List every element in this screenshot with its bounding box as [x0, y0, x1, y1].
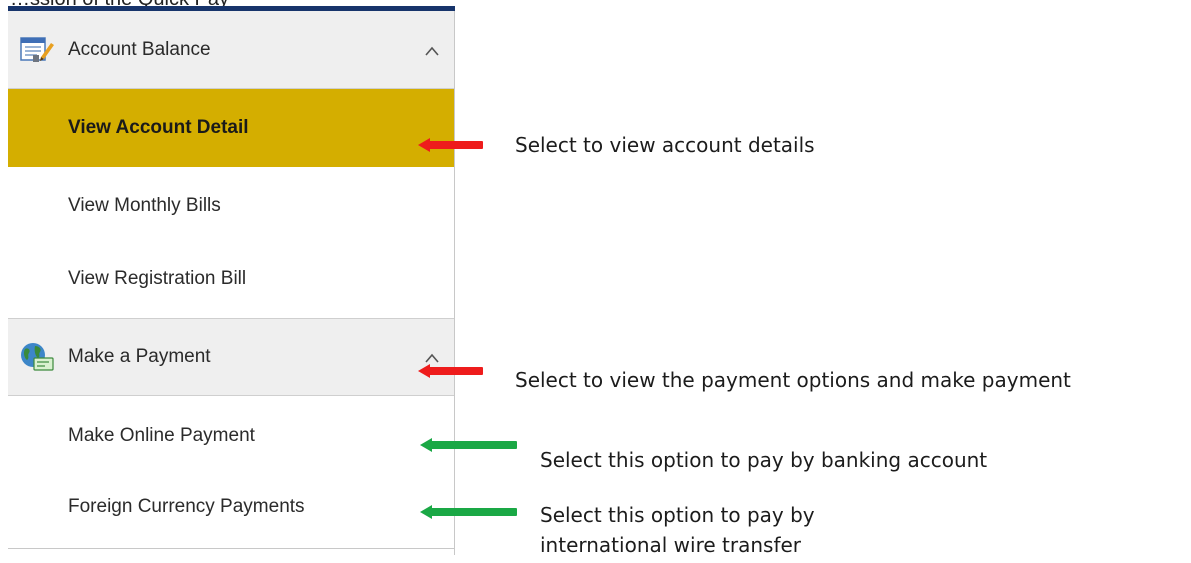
section-header-account-balance[interactable]: Account Balance [8, 11, 454, 89]
account-form-icon [19, 35, 55, 65]
menu-item-foreign-currency-payments[interactable]: Foreign Currency Payments [8, 468, 454, 546]
annotation-wire-transfer: Select this option to pay by internation… [540, 503, 815, 557]
menu-item-label: View Registration Bill [68, 268, 247, 289]
menu-item-label: View Account Detail [68, 117, 249, 138]
globe-payment-icon [19, 342, 55, 372]
menu-item-view-account-detail[interactable]: View Account Detail [8, 89, 454, 167]
sidebar-menu: Account Balance View Account Detail View… [8, 11, 455, 555]
annotation-payment-options: Select to view the payment options and m… [515, 368, 1071, 392]
green-arrow-online-payment [420, 438, 517, 452]
menu-item-label: Make Online Payment [68, 425, 255, 446]
menu-item-view-monthly-bills[interactable]: View Monthly Bills [8, 167, 454, 245]
chevron-up-icon[interactable] [424, 351, 440, 363]
section-header-make-a-payment[interactable]: Make a Payment [8, 318, 454, 396]
green-arrow-foreign-currency [420, 505, 517, 519]
menu-bottom-divider [8, 548, 454, 549]
menu-item-view-registration-bill[interactable]: View Registration Bill [8, 240, 454, 318]
chevron-up-icon[interactable] [424, 44, 440, 56]
section-label-make-a-payment: Make a Payment [68, 346, 211, 367]
menu-item-label: Foreign Currency Payments [68, 496, 305, 517]
menu-item-make-online-payment[interactable]: Make Online Payment [8, 397, 454, 475]
annotation-banking-account: Select this option to pay by banking acc… [540, 448, 988, 472]
red-arrow-account-detail [418, 138, 483, 152]
section-label-account-balance: Account Balance [68, 38, 211, 60]
red-arrow-make-payment [418, 364, 483, 378]
annotation-account-details: Select to view account details [515, 133, 815, 157]
menu-item-label: View Monthly Bills [68, 195, 221, 216]
